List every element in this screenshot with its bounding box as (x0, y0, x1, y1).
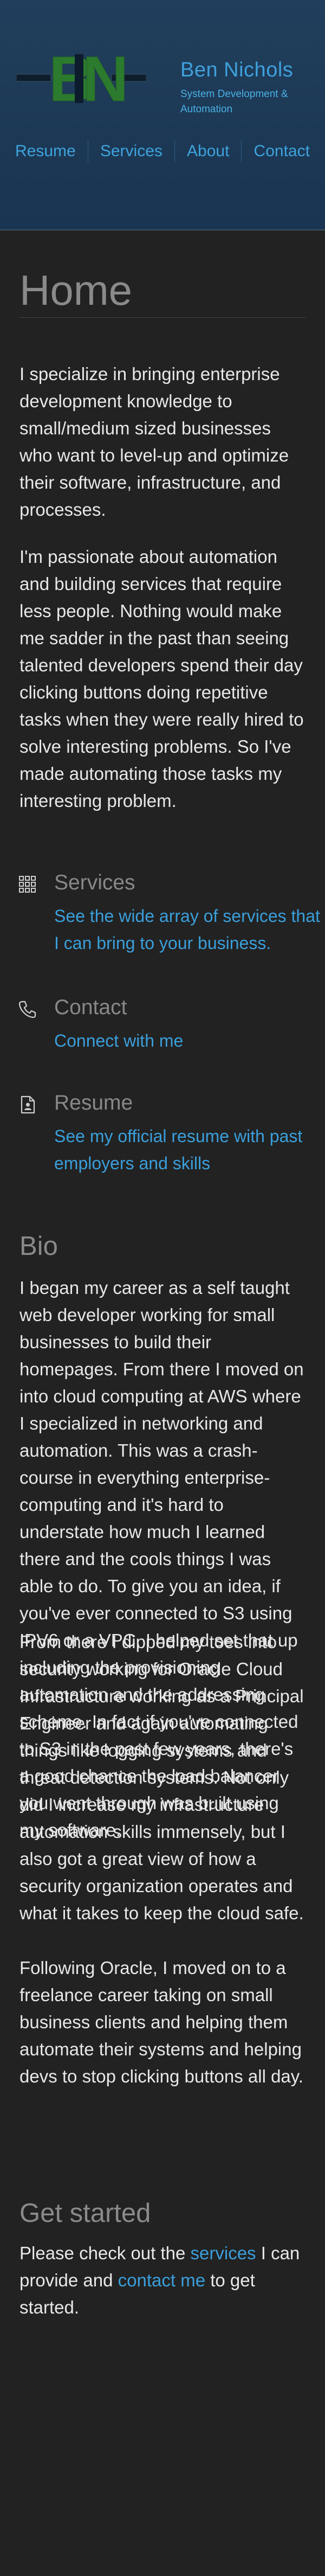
logo[interactable]: B N (16, 50, 146, 106)
brand-name[interactable]: Ben Nichols (180, 59, 293, 82)
nav-divider (174, 140, 175, 163)
resume-link[interactable]: See my official resume with past employe… (54, 1123, 325, 1177)
get-started-text: Please check out the services I can prov… (20, 2240, 307, 2321)
bio-paragraph: Following Oracle, I moved on to a freela… (20, 1958, 304, 2086)
intro-paragraph: I specialize in bringing enterprise deve… (20, 364, 289, 520)
nav-divider (241, 140, 242, 163)
nav-contact-link[interactable]: Contact (254, 142, 310, 161)
feature-title: Resume (54, 1091, 133, 1114)
grid-icon (19, 876, 36, 893)
nav-resume-link[interactable]: Resume (15, 142, 76, 161)
title-divider (20, 317, 306, 318)
feature-title: Contact (54, 996, 127, 1019)
bio-paragraph: From there I dipped my toes into securit… (20, 1632, 304, 1923)
feature-title: Services (54, 871, 135, 894)
get-started-text-before: Please check out the (20, 2243, 191, 2263)
intro-paragraph: I'm passionate about automation and buil… (20, 547, 304, 811)
brand-tagline: System Development & Automation (180, 88, 288, 115)
contact-link[interactable]: Connect with me (54, 1027, 325, 1054)
main-nav: Resume Services About Contact (0, 138, 325, 165)
nav-services-link[interactable]: Services (100, 142, 162, 161)
phone-icon (18, 1001, 36, 1018)
logo-n: N (82, 50, 128, 106)
services-link[interactable]: See the wide array of services that I ca… (54, 902, 325, 957)
bio-title: Bio (20, 1232, 58, 1261)
logo-bar-left (16, 74, 51, 82)
page-title: Home (20, 266, 133, 314)
contact-inline-link[interactable]: contact me (118, 2270, 205, 2290)
site-header: B N Ben Nichols System Development & Aut… (0, 0, 325, 230)
services-inline-link[interactable]: services (191, 2243, 256, 2263)
nav-about-link[interactable]: About (187, 142, 229, 161)
get-started-title: Get started (20, 2199, 151, 2228)
document-icon (21, 1095, 35, 1114)
